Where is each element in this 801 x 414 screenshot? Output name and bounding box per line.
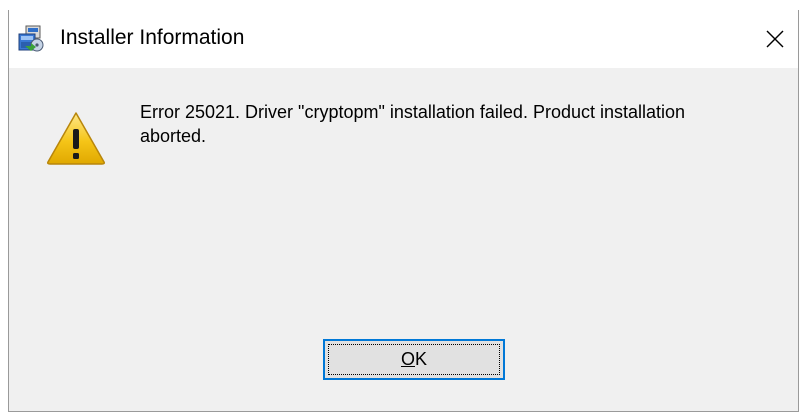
close-icon — [766, 30, 784, 48]
warning-icon — [45, 110, 107, 166]
close-button[interactable] — [752, 10, 798, 68]
window-title: Installer Information — [60, 26, 245, 49]
installer-package-icon — [17, 25, 45, 53]
ok-accelerator-key: O — [400, 349, 415, 369]
ok-label-rest: K — [415, 349, 428, 369]
title-bar[interactable]: Installer Information — [9, 10, 798, 68]
ok-button[interactable]: OK — [323, 339, 505, 380]
ok-button-label: OK — [328, 344, 500, 375]
installer-dialog: Installer Information Error 25021. Drive… — [8, 10, 799, 412]
error-message: Error 25021. Driver "cryptopm" installat… — [140, 102, 686, 146]
